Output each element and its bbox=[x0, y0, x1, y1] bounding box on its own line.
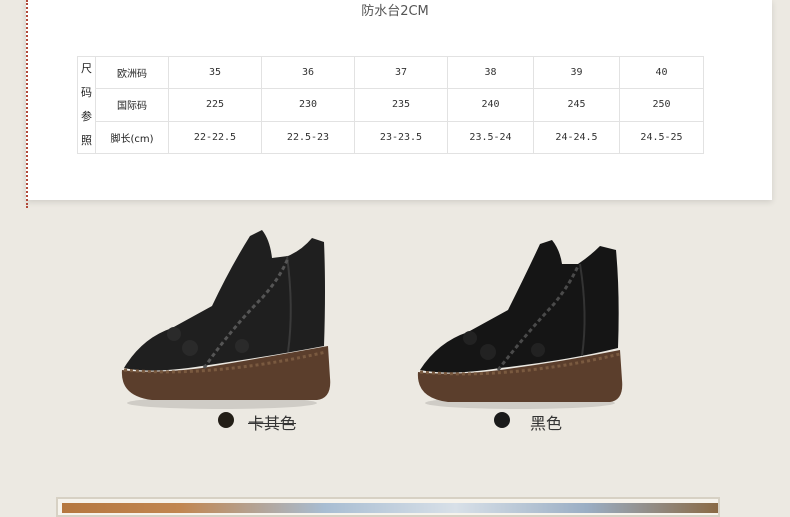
waterproof-platform-caption: 防水台2CM bbox=[361, 4, 429, 19]
row-header-intl: 国际码 bbox=[95, 88, 169, 122]
table-cell: 39 bbox=[533, 55, 620, 90]
table-row: 尺 码 参 照 欧洲码 35 36 37 38 39 40 bbox=[77, 55, 704, 154]
stitch-border bbox=[26, 0, 28, 208]
table-cell: 38 bbox=[447, 55, 534, 90]
table-cell: 24-24.5 bbox=[533, 120, 620, 155]
table-cell: 250 bbox=[619, 88, 704, 122]
table-cell: 225 bbox=[168, 88, 262, 122]
row-header-eu: 欧洲码 bbox=[95, 55, 169, 90]
table-cell: 36 bbox=[261, 55, 355, 90]
color-swatch-khaki[interactable] bbox=[218, 412, 234, 428]
table-cell: 23-23.5 bbox=[354, 120, 448, 155]
table-cell: 23.5-24 bbox=[447, 120, 534, 155]
table-cell: 22.5-23 bbox=[261, 120, 355, 155]
size-table: 尺 码 参 照 欧洲码 35 36 37 38 39 40 国际码 225 23… bbox=[77, 55, 704, 155]
color-label-black[interactable]: 黑色 bbox=[530, 410, 562, 434]
table-row: 脚长(cm) 22-22.5 22.5-23 23-23.5 23.5-24 2… bbox=[78, 120, 704, 155]
boot-image-khaki[interactable] bbox=[112, 228, 342, 410]
table-cell: 35 bbox=[168, 55, 262, 90]
table-cell: 245 bbox=[533, 88, 620, 122]
table-cell: 235 bbox=[354, 88, 448, 122]
table-cell: 40 bbox=[619, 55, 704, 90]
table-row: 国际码 225 230 235 240 245 250 bbox=[78, 88, 704, 122]
table-cell: 22-22.5 bbox=[168, 120, 262, 155]
boot-image-black[interactable] bbox=[410, 238, 635, 410]
next-section-photo bbox=[62, 503, 718, 513]
color-swatch-black[interactable] bbox=[494, 412, 510, 428]
table-cell: 240 bbox=[447, 88, 534, 122]
table-cell: 230 bbox=[261, 88, 355, 122]
table-cell: 24.5-25 bbox=[619, 120, 704, 155]
row-header-foot-length: 脚长(cm) bbox=[95, 120, 169, 155]
table-cell: 37 bbox=[354, 55, 448, 90]
size-reference-label: 尺 码 参 照 bbox=[77, 56, 96, 154]
color-label-khaki[interactable]: 卡其色 bbox=[248, 410, 296, 434]
